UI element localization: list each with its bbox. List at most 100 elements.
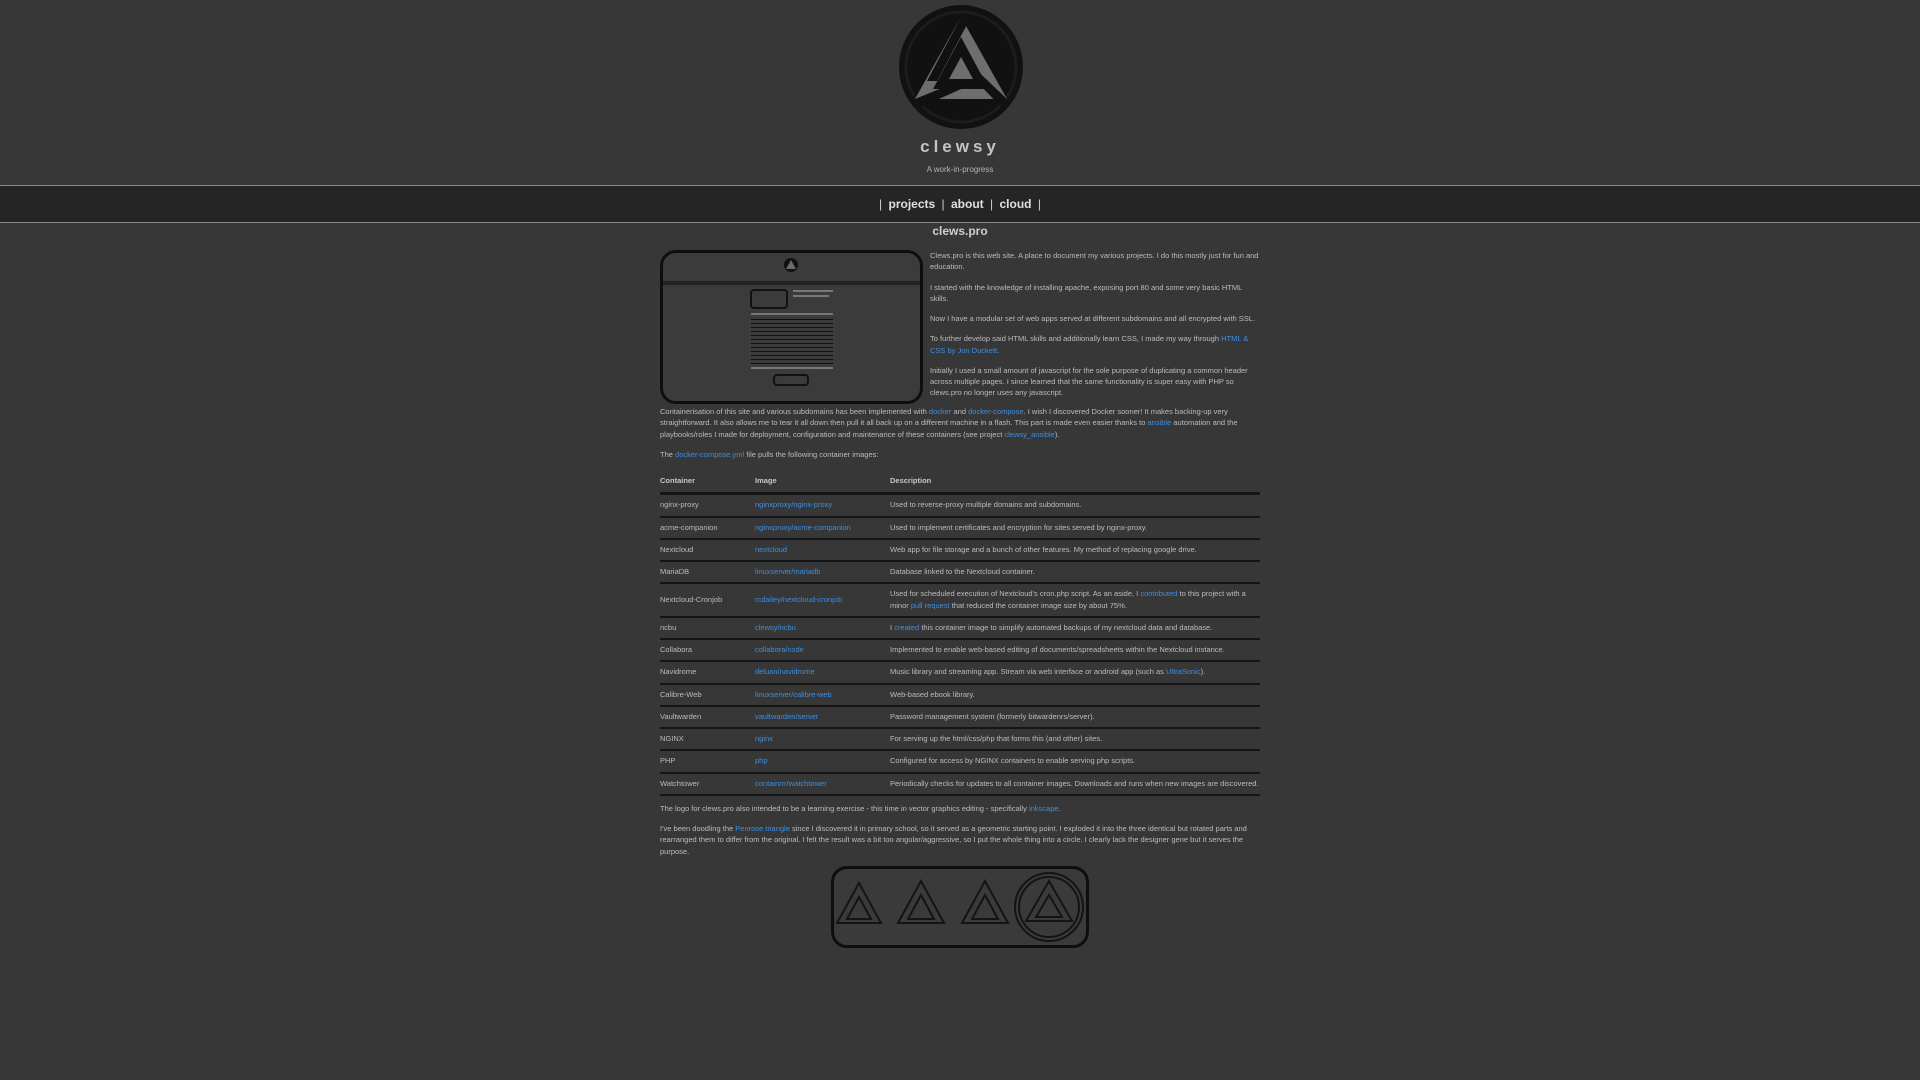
image-link[interactable]: nginx: [755, 734, 773, 743]
paragraph-text: and: [953, 407, 967, 416]
container-name: Navidrome: [660, 661, 755, 685]
container-description: Password management system (formerly bit…: [890, 705, 1260, 730]
site-header: clewsy A work-in-progress: [0, 0, 1920, 185]
ultrasonic-link[interactable]: UltraSonic: [1166, 667, 1201, 676]
column-header-image: Image: [755, 469, 890, 496]
contributed-link[interactable]: contributed: [1140, 589, 1177, 598]
description-text: I: [890, 622, 893, 632]
container-name: Collabora: [660, 639, 755, 663]
image-link[interactable]: nextcloud: [755, 545, 787, 554]
image-link[interactable]: nginxproxy/acme-companion: [755, 523, 851, 532]
container-name: Vaultwarden: [660, 705, 755, 730]
image-link[interactable]: nginxproxy/nginx-proxy: [755, 500, 832, 509]
container-description: Used to reverse-proxy multiple domains a…: [890, 493, 1260, 518]
nav-separator: |: [941, 197, 945, 211]
nav-cloud-link[interactable]: cloud: [999, 197, 1031, 211]
image-link[interactable]: containrrr/watchtower: [755, 779, 827, 788]
page-title: clews.pro: [932, 224, 988, 238]
site-tagline: A work-in-progress: [926, 165, 994, 174]
penrose-triangle-link[interactable]: Penrose triangle: [735, 824, 790, 833]
table-row: Nextcloud nextcloud Web app for file sto…: [660, 538, 1260, 563]
table-row: Watchtower containrrr/watchtower Periodi…: [660, 772, 1260, 796]
table-header-row: Container Image Description: [660, 469, 1260, 496]
description-text: that reduced the container image size by…: [951, 600, 1127, 610]
paragraph-text: To further develop said HTML skills and …: [930, 334, 1220, 344]
paragraph-text: file pulls the following container image…: [746, 449, 879, 459]
created-link[interactable]: created: [894, 623, 919, 632]
image-link[interactable]: linuxserver/calibre-web: [755, 690, 832, 699]
container-description: Web-based ebook library.: [890, 683, 1260, 707]
container-description: Used to implement certificates and encry…: [890, 516, 1260, 540]
container-name: nginx-proxy: [660, 493, 755, 518]
container-description: Periodically checks for updates to all c…: [890, 772, 1260, 796]
table-row: nginx-proxy nginxproxy/nginx-proxy Used …: [660, 493, 1260, 518]
nav-about-link[interactable]: about: [951, 197, 984, 211]
site-preview-graphic: [663, 253, 920, 401]
docker-compose-link[interactable]: docker-compose: [968, 407, 1023, 416]
main-nav: | projects | about | cloud |: [0, 185, 1920, 223]
description-text: Used for scheduled execution of Nextclou…: [890, 589, 1139, 599]
paragraph-text: I've been doodling the: [660, 824, 734, 833]
logo-variants-graphic: [835, 871, 1084, 942]
container-name: Nextcloud-Cronjob: [660, 583, 755, 618]
site-screenshot-image: [660, 250, 923, 404]
compose-paragraph: The docker-compose.yml file pulls the fo…: [660, 449, 1260, 460]
description-text: ).: [1200, 667, 1206, 677]
containerisation-paragraph: Containerisation of this site and variou…: [660, 406, 1260, 440]
site-title: clewsy: [920, 137, 1000, 156]
image-link[interactable]: deluan/navidrome: [755, 667, 815, 676]
clewsy-ansible-link[interactable]: clewsy_ansible: [1004, 430, 1054, 439]
image-link[interactable]: php: [755, 756, 768, 765]
penrose-paragraph: I've been doodling the Penrose triangle …: [660, 823, 1260, 857]
image-link[interactable]: vaultwarden/server: [755, 712, 818, 721]
container-description: Used for scheduled execution of Nextclou…: [890, 583, 1260, 618]
intro-section: Clews.pro is this web site. A place to d…: [660, 250, 1260, 406]
logo-paragraph: The logo for clews.pro also intended to …: [660, 803, 1260, 814]
container-name: Calibre-Web: [660, 683, 755, 707]
nav-separator: |: [1037, 197, 1041, 211]
docker-compose-yml-link[interactable]: docker-compose.yml: [675, 450, 744, 459]
table-row: MariaDB linuxserver/mariadb Database lin…: [660, 561, 1260, 585]
paragraph-text: .: [997, 345, 1000, 355]
intro-text: Clews.pro is this web site. A place to d…: [930, 250, 1260, 408]
paragraph-text: The logo for clews.pro also intended to …: [660, 803, 1027, 813]
table-row: Navidrome deluan/navidrome Music library…: [660, 661, 1260, 685]
image-link[interactable]: linuxserver/mariadb: [755, 567, 820, 576]
table-row: NGINX nginx For serving up the html/css/…: [660, 728, 1260, 752]
table-row: Calibre-Web linuxserver/calibre-web Web-…: [660, 683, 1260, 707]
container-description: Configured for access by NGINX container…: [890, 750, 1260, 774]
ansible-link[interactable]: ansible: [1148, 418, 1172, 427]
table-row: Nextcloud-Cronjob rcdailey/nextcloud-cro…: [660, 583, 1260, 618]
docker-link[interactable]: docker: [929, 407, 952, 416]
container-table: Container Image Description nginx-proxy …: [660, 469, 1260, 796]
description-text: Music library and streaming app. Stream …: [890, 667, 1164, 677]
column-header-description: Description: [890, 469, 1260, 496]
image-link[interactable]: clewsy/ncbu: [755, 623, 796, 632]
paragraph-text: ).: [1054, 429, 1060, 439]
image-link[interactable]: collabora/code: [755, 645, 804, 654]
intro-paragraph: Now I have a modular set of web apps ser…: [930, 314, 1256, 323]
penrose-logo-icon[interactable]: [897, 3, 1025, 131]
intro-paragraph: I started with the knowledge of installi…: [930, 282, 1242, 303]
table-row: PHP php Configured for access by NGINX c…: [660, 750, 1260, 774]
paragraph-text: Containerisation of this site and variou…: [660, 407, 927, 416]
nav-separator: |: [879, 197, 883, 211]
column-header-container: Container: [660, 469, 755, 496]
container-name: acme-companion: [660, 516, 755, 540]
container-description: Music library and streaming app. Stream …: [890, 661, 1260, 685]
pull-request-link[interactable]: pull request: [911, 601, 950, 610]
javascript-paragraph: Initially I used a small amount of javas…: [930, 365, 1248, 398]
image-link[interactable]: rcdailey/nextcloud-cronjob: [755, 595, 842, 604]
paragraph-text: .: [1058, 803, 1061, 813]
inkscape-link[interactable]: inkscape: [1029, 804, 1059, 813]
container-name: PHP: [660, 750, 755, 774]
container-description: Web app for file storage and a bunch of …: [890, 538, 1260, 563]
logo-evolution-image: [831, 865, 1089, 948]
paragraph-text: The: [660, 449, 673, 459]
intro-paragraph: Clews.pro is this web site. A place to d…: [930, 251, 1259, 272]
container-description: Database linked to the Nextcloud contain…: [890, 561, 1260, 585]
container-name: Watchtower: [660, 772, 755, 796]
container-description: I created this container image to simpli…: [890, 616, 1260, 641]
table-row: ncbu clewsy/ncbu I created this containe…: [660, 616, 1260, 641]
nav-projects-link[interactable]: projects: [889, 197, 936, 211]
